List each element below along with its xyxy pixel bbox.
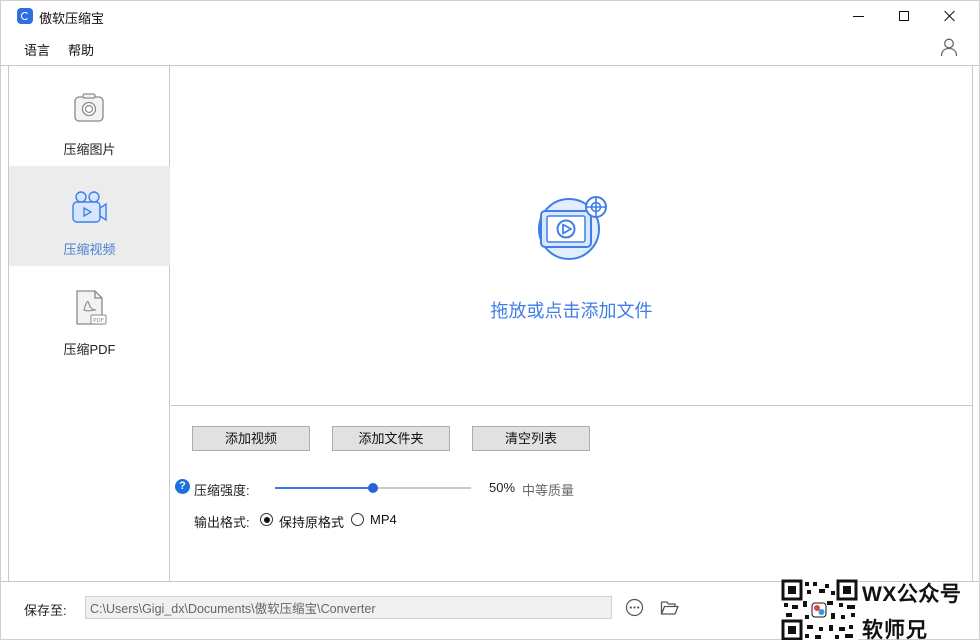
user-account-icon[interactable] xyxy=(939,37,959,57)
add-video-button[interactable]: 添加视频 xyxy=(192,426,310,451)
radio-keep-format[interactable] xyxy=(260,513,273,526)
sidebar-item-compress-image[interactable]: 压缩图片 xyxy=(9,66,170,166)
menu-help[interactable]: 帮助 xyxy=(68,40,94,59)
slider-fill xyxy=(275,487,373,489)
close-icon xyxy=(944,10,956,22)
compression-strength-label: 压缩强度: xyxy=(194,483,250,498)
camera-icon xyxy=(74,93,104,122)
add-video-icon xyxy=(538,196,607,260)
save-path-field[interactable] xyxy=(85,596,612,619)
radio-mp4-label[interactable]: MP4 xyxy=(370,512,397,527)
save-to-label: 保存至: xyxy=(24,603,67,618)
minimize-button[interactable] xyxy=(835,1,881,31)
svg-text:PDF: PDF xyxy=(93,318,104,324)
open-folder-icon[interactable] xyxy=(660,599,679,616)
menu-bar: 语言 帮助 xyxy=(1,33,979,63)
app-logo-icon xyxy=(17,8,33,24)
sidebar-item-compress-video[interactable]: 压缩视频 xyxy=(9,166,170,266)
sidebar-item-compress-pdf[interactable]: PDF 压缩PDF xyxy=(9,266,170,366)
sidebar: 压缩图片 压缩视频 PDF 压缩PDF xyxy=(9,66,170,581)
radio-mp4[interactable] xyxy=(351,513,364,526)
video-camera-icon xyxy=(72,191,107,223)
title-bar: 傲软压缩宝 xyxy=(1,1,979,31)
add-folder-button[interactable]: 添加文件夹 xyxy=(332,426,450,451)
minimize-icon xyxy=(852,15,864,17)
close-button[interactable] xyxy=(927,1,973,31)
watermark-line-2: 软师兄 xyxy=(862,619,928,640)
maximize-icon xyxy=(899,11,909,21)
qr-code-image xyxy=(781,579,858,640)
radio-keep-format-label[interactable]: 保持原格式 xyxy=(279,512,344,531)
more-options-icon[interactable] xyxy=(625,598,644,617)
drop-zone-text: 拖放或点击添加文件 xyxy=(490,301,653,321)
compression-slider[interactable] xyxy=(275,483,471,493)
output-format-label: 输出格式: xyxy=(194,515,250,530)
sidebar-item-label: 压缩PDF xyxy=(63,342,116,357)
divider xyxy=(972,66,973,581)
divider xyxy=(171,405,972,406)
menu-language[interactable]: 语言 xyxy=(24,40,50,59)
app-window: 傲软压缩宝 语言 帮助 压缩图片 压缩视频 PDF 压缩PDF 拖放或点击添加文… xyxy=(0,0,980,640)
pdf-file-icon: PDF xyxy=(76,290,107,325)
quality-text: 中等质量 xyxy=(522,483,575,498)
compression-percent: 50% xyxy=(489,480,516,495)
file-drop-zone[interactable]: 拖放或点击添加文件 xyxy=(171,66,972,405)
sidebar-item-label: 压缩视频 xyxy=(63,242,116,257)
sidebar-item-label: 压缩图片 xyxy=(63,142,116,157)
maximize-button[interactable] xyxy=(881,1,927,31)
help-icon[interactable]: ? xyxy=(175,479,190,494)
clear-list-button[interactable]: 清空列表 xyxy=(472,426,590,451)
slider-thumb[interactable] xyxy=(368,483,378,493)
watermark-line-1: WX公众号 xyxy=(862,583,962,606)
app-title: 傲软压缩宝 xyxy=(39,11,105,26)
